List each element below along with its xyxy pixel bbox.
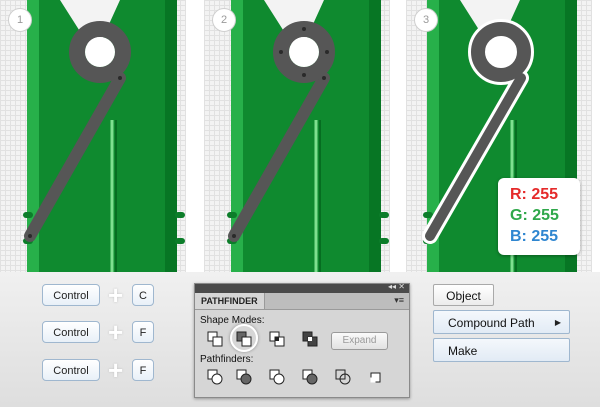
exclude-icon[interactable] bbox=[302, 331, 318, 347]
outline-icon[interactable] bbox=[335, 369, 351, 385]
clothespin-illustration-2 bbox=[227, 0, 389, 272]
object-menu[interactable]: Object bbox=[433, 284, 494, 306]
make-menu-item[interactable]: Make bbox=[433, 338, 570, 362]
rgb-color-badge: R: 255 G: 255 B: 255 bbox=[498, 178, 580, 255]
merge-icon[interactable] bbox=[269, 369, 285, 385]
tab-pathfinder[interactable]: PATHFINDER bbox=[195, 293, 265, 309]
step-number-badge: 3 bbox=[414, 8, 438, 32]
panel-menu-icon[interactable]: ▾≡ bbox=[394, 295, 404, 306]
compound-path-menu-item[interactable]: Compound Path ▶ bbox=[433, 310, 570, 334]
trim-icon[interactable] bbox=[236, 369, 252, 385]
rgb-green-value: G: 255 bbox=[510, 207, 559, 224]
crop-icon[interactable] bbox=[302, 369, 318, 385]
submenu-arrow-icon: ▶ bbox=[554, 318, 561, 327]
step-number-badge: 2 bbox=[212, 8, 236, 32]
intersect-icon[interactable] bbox=[269, 331, 285, 347]
unite-icon[interactable] bbox=[207, 331, 223, 347]
plus-icon: + bbox=[108, 280, 124, 310]
compound-path-label: Compound Path bbox=[448, 316, 535, 330]
step-panel-2: 2 bbox=[204, 0, 390, 272]
f-key: F bbox=[132, 359, 154, 381]
plus-icon: + bbox=[108, 317, 124, 347]
shape-modes-label: Shape Modes: bbox=[200, 315, 265, 326]
rgb-red-value: R: 255 bbox=[510, 186, 559, 203]
control-key: Control bbox=[42, 321, 100, 343]
pathfinder-panel: ◂◂ ✕ PATHFINDER ▾≡ Shape Modes: Expand P… bbox=[194, 282, 410, 398]
clothespin-illustration-1 bbox=[23, 0, 185, 272]
minus-back-icon[interactable] bbox=[367, 369, 383, 385]
minus-front-icon[interactable] bbox=[236, 331, 252, 347]
rgb-blue-value: B: 255 bbox=[510, 228, 559, 245]
f-key: F bbox=[132, 321, 154, 343]
illustration-area: 1 2 3 R: 255 G: 255 B: 255 bbox=[0, 0, 600, 272]
step-panel-1: 1 bbox=[0, 0, 186, 272]
c-key: C bbox=[132, 284, 154, 306]
panel-controls[interactable]: ◂◂ ✕ bbox=[388, 282, 405, 291]
panel-tab-bar: PATHFINDER ▾≡ bbox=[195, 293, 409, 310]
plus-icon: + bbox=[108, 355, 124, 385]
divide-icon[interactable] bbox=[207, 369, 223, 385]
expand-button[interactable]: Expand bbox=[331, 332, 388, 350]
pathfinders-label: Pathfinders: bbox=[200, 354, 254, 365]
control-key: Control bbox=[42, 359, 100, 381]
step-number-badge: 1 bbox=[8, 8, 32, 32]
control-key: Control bbox=[42, 284, 100, 306]
panel-title-bar[interactable]: ◂◂ ✕ bbox=[195, 282, 409, 293]
